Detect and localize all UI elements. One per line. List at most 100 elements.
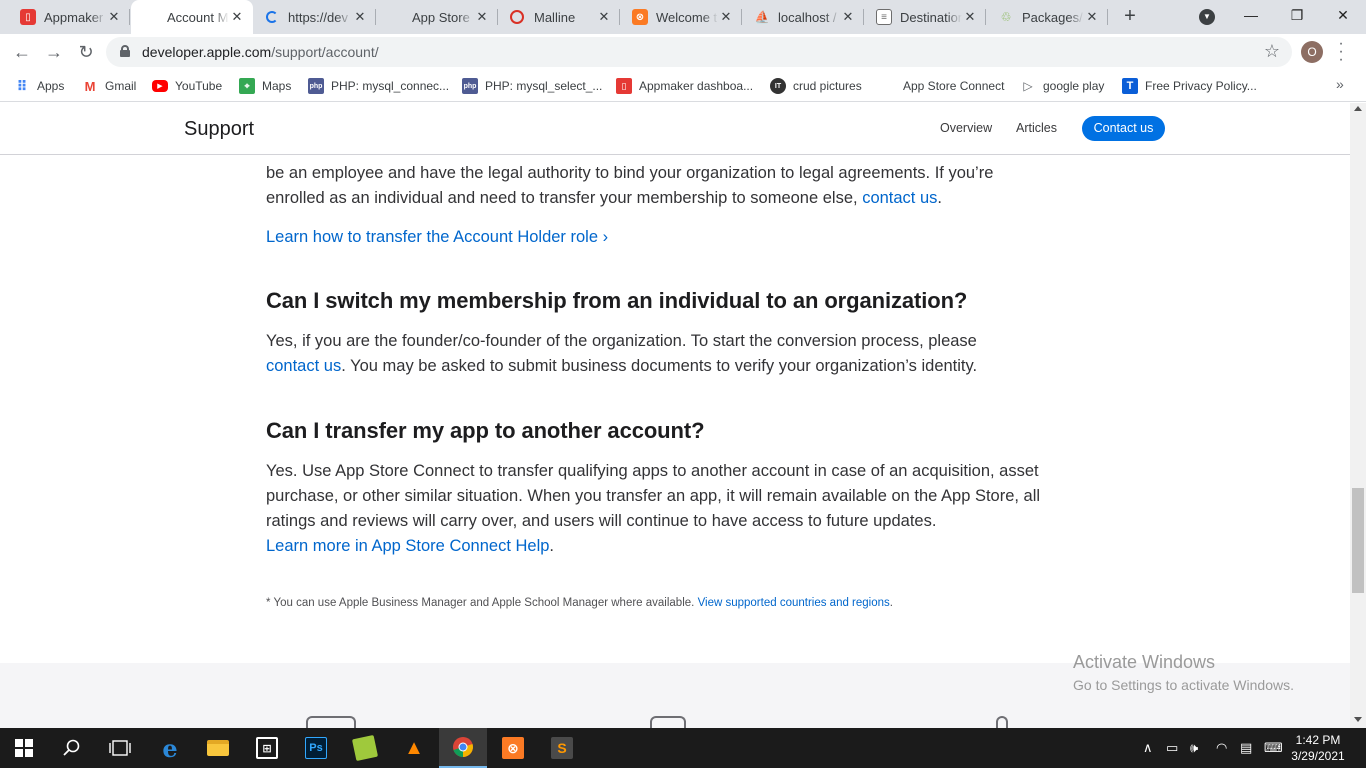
tab-dev[interactable]: https://dev ✕ xyxy=(254,0,376,34)
back-button[interactable]: ← xyxy=(8,38,36,66)
taskbar-chrome[interactable] xyxy=(439,728,487,768)
contact-us-link[interactable]: contact us xyxy=(266,357,341,375)
start-button[interactable] xyxy=(0,728,48,768)
battery-icon[interactable]: ▭ xyxy=(1166,740,1178,756)
tab-destination[interactable]: ≡ Destination ✕ xyxy=(864,0,986,34)
close-icon[interactable]: ✕ xyxy=(106,9,122,25)
tab-welcome[interactable]: ⊗ Welcome t ✕ xyxy=(620,0,742,34)
restore-button[interactable]: ❐ xyxy=(1274,0,1320,32)
menu-kebab-icon[interactable]: · · · xyxy=(1338,36,1344,68)
url-text[interactable]: developer.apple.com/support/account/ xyxy=(142,44,379,60)
bookmark-star-icon[interactable]: ☆ xyxy=(1264,41,1280,62)
sublime-icon: S xyxy=(551,737,573,759)
close-icon[interactable]: ✕ xyxy=(718,9,734,25)
photoshop-icon: Ps xyxy=(305,737,327,759)
close-icon[interactable]: ✕ xyxy=(474,9,490,25)
bookmark-youtube[interactable]: ▶ YouTube xyxy=(152,76,222,96)
scroll-up-icon[interactable] xyxy=(1354,106,1362,111)
apple-icon xyxy=(143,9,159,25)
tab-title: Welcome t xyxy=(656,9,718,25)
bookmark-gmail[interactable]: M Gmail xyxy=(82,76,137,96)
bookmark-apps[interactable]: ⠿ Apps xyxy=(14,76,65,96)
browser-toolbar: ← → ↻ developer.apple.com/support/accoun… xyxy=(0,34,1366,70)
phpmyadmin-icon: ⛵ xyxy=(754,10,770,24)
pencil-icon xyxy=(996,716,1008,728)
close-icon[interactable]: ✕ xyxy=(229,9,245,25)
answer-paragraph: Yes, if you are the founder/co-founder o… xyxy=(266,329,1086,379)
crud-icon: IT xyxy=(770,78,786,94)
more-bookmarks-icon[interactable]: » xyxy=(1336,76,1344,92)
keyboard-icon[interactable]: ⌨ xyxy=(1264,740,1283,756)
page-scrollbar[interactable] xyxy=(1350,103,1366,728)
tab-localhost[interactable]: ⛵ localhost / ✕ xyxy=(742,0,864,34)
php-icon: php xyxy=(308,78,324,94)
contact-us-link[interactable]: contact us xyxy=(862,189,937,207)
bookmark-maps[interactable]: ⌖ Maps xyxy=(239,76,291,96)
taskbar-xampp[interactable]: ⊗ xyxy=(489,728,537,768)
tab-appstore[interactable]: App Store C ✕ xyxy=(376,0,498,34)
forward-button[interactable]: → xyxy=(40,38,68,66)
profile-avatar[interactable]: O xyxy=(1301,41,1323,63)
taskbar-vlc[interactable]: ▲ xyxy=(390,728,438,768)
address-bar[interactable]: developer.apple.com/support/account/ ☆ xyxy=(106,37,1292,67)
bookmark-appmaker[interactable]: ▯ Appmaker dashboa... xyxy=(616,76,753,96)
paragraph-line: ratings and reviews will carry over, and… xyxy=(266,512,937,530)
reload-button[interactable]: ↻ xyxy=(72,38,100,66)
tab-packages[interactable]: ♲ Packages/S ✕ xyxy=(986,0,1108,34)
site-brand[interactable]: Support xyxy=(184,118,254,141)
minimize-button[interactable]: — xyxy=(1228,0,1274,32)
system-clock[interactable]: 1:42 PM 3/29/2021 xyxy=(1290,732,1346,764)
notification-icon[interactable]: ▤ xyxy=(1240,740,1252,756)
tab-title: App Store C xyxy=(412,9,474,25)
bookmark-appstore-connect[interactable]: App Store Connect xyxy=(880,76,1004,96)
clock-date: 3/29/2021 xyxy=(1291,749,1345,763)
close-icon[interactable]: ✕ xyxy=(352,9,368,25)
close-window-button[interactable]: ✕ xyxy=(1320,0,1366,32)
web-page: Support Overview Articles Contact us be … xyxy=(0,103,1350,728)
taskbar-explorer[interactable] xyxy=(194,728,242,768)
bookmark-php-connect[interactable]: php PHP: mysql_connec... xyxy=(308,76,449,96)
taskbar-store[interactable]: ⊞ xyxy=(243,728,291,768)
bookmark-privacy-policy[interactable]: T Free Privacy Policy... xyxy=(1122,76,1257,96)
apple-icon xyxy=(880,78,896,94)
footnote: * You can use Apple Business Manager and… xyxy=(266,597,893,609)
tab-account[interactable]: Account M ✕ xyxy=(131,0,253,34)
tab-search-icon[interactable]: ▼ xyxy=(1199,9,1215,25)
volume-icon[interactable]: 🕪 xyxy=(1190,740,1198,756)
wifi-icon[interactable]: ◠ xyxy=(1216,740,1227,756)
close-icon[interactable]: ✕ xyxy=(840,9,856,25)
bookmark-crud[interactable]: IT crud pictures xyxy=(770,76,862,96)
taskbar-photoshop[interactable]: Ps xyxy=(292,728,340,768)
bookmark-php-select[interactable]: php PHP: mysql_select_... xyxy=(462,76,602,96)
new-tab-button[interactable]: + xyxy=(1118,5,1142,29)
transfer-account-holder-link[interactable]: Learn how to transfer the Account Holder… xyxy=(266,228,608,246)
tab-title: Destination xyxy=(900,9,962,25)
answer-paragraph: Yes. Use App Store Connect to transfer q… xyxy=(266,459,1086,559)
paragraph-line: Learn more in App Store Connect Help. xyxy=(266,537,555,555)
appmaker-icon: ▯ xyxy=(20,9,36,25)
bookmark-google-play[interactable]: ▷ google play xyxy=(1020,76,1104,96)
contact-us-button[interactable]: Contact us xyxy=(1082,116,1165,141)
account-holder-paragraph: be an employee and have the legal author… xyxy=(266,161,1086,211)
files-icon xyxy=(351,734,379,762)
tab-appmaker[interactable]: ▯ Appmaker ✕ xyxy=(8,0,130,34)
scroll-thumb[interactable] xyxy=(1352,488,1364,593)
taskbar-sublime[interactable]: S xyxy=(538,728,586,768)
tray-overflow-icon[interactable]: ∧ xyxy=(1143,740,1153,756)
nav-overview[interactable]: Overview xyxy=(940,121,992,135)
edge-icon: e xyxy=(162,733,178,763)
nav-articles[interactable]: Articles xyxy=(1016,121,1057,135)
close-icon[interactable]: ✕ xyxy=(596,9,612,25)
supported-countries-link[interactable]: View supported countries and regions xyxy=(698,597,890,609)
task-view-button[interactable] xyxy=(96,728,144,768)
app-store-connect-help-link[interactable]: Learn more in App Store Connect Help xyxy=(266,537,549,555)
close-icon[interactable]: ✕ xyxy=(1084,9,1100,25)
support-navbar: Support Overview Articles Contact us xyxy=(0,103,1350,155)
tab-malline[interactable]: Malline ✕ xyxy=(498,0,620,34)
scroll-down-icon[interactable] xyxy=(1354,717,1362,722)
close-icon[interactable]: ✕ xyxy=(962,9,978,25)
taskbar-files[interactable] xyxy=(341,728,389,768)
taskbar-edge[interactable]: e xyxy=(146,728,194,768)
vlc-icon: ▲ xyxy=(404,736,424,759)
search-button[interactable] xyxy=(48,728,96,768)
